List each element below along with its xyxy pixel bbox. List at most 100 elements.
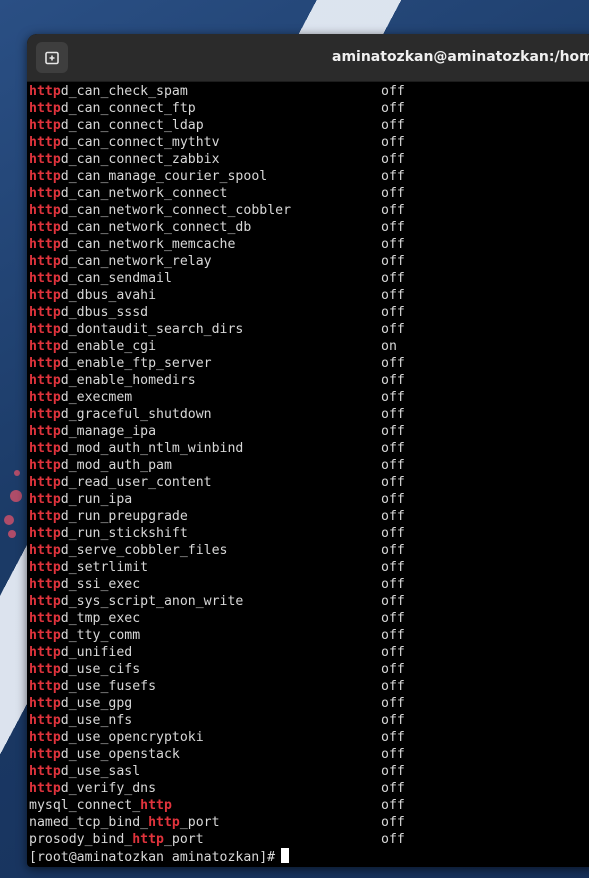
boolean-value: off (381, 407, 405, 422)
terminal-line: named_tcp_bind_http_port off (29, 814, 589, 831)
boolean-name: httpd_can_network_memcache (29, 236, 235, 253)
highlight-match: http (29, 492, 61, 507)
boolean-name: httpd_use_gpg (29, 695, 132, 712)
boolean-value: off (381, 713, 405, 728)
terminal-line: httpd_enable_homedirs off (29, 372, 589, 389)
wallpaper-dot (14, 470, 20, 476)
boolean-name: httpd_can_manage_courier_spool (29, 168, 267, 185)
name-text: mysql_connect_ (29, 798, 141, 813)
boolean-name: httpd_dontaudit_search_dirs (29, 321, 243, 338)
boolean-value: off (381, 101, 405, 116)
name-text: d_run_stickshift (60, 526, 188, 541)
terminal-line: httpd_can_network_memcache off (29, 236, 589, 253)
new-tab-button[interactable] (36, 42, 68, 73)
boolean-value: off (381, 764, 405, 779)
boolean-name: httpd_dbus_sssd (29, 304, 148, 321)
terminal-line: httpd_sys_script_anon_write off (29, 593, 589, 610)
boolean-name: httpd_use_nfs (29, 712, 132, 729)
highlight-match: http (29, 390, 61, 405)
terminal-line: prosody_bind_http_port off (29, 831, 589, 848)
boolean-name: httpd_verify_dns (29, 780, 156, 797)
boolean-name: httpd_execmem (29, 389, 132, 406)
highlight-match: http (29, 373, 61, 388)
highlight-match: http (29, 135, 61, 150)
terminal-line: httpd_use_cifs off (29, 661, 589, 678)
terminal-line: httpd_use_opencryptoki off (29, 729, 589, 746)
terminal-line: httpd_mod_auth_pam off (29, 457, 589, 474)
name-text: d_ssi_exec (60, 577, 141, 592)
highlight-match: http (29, 747, 61, 762)
name-text: d_use_openstack (60, 747, 180, 762)
terminal-line: httpd_graceful_shutdown off (29, 406, 589, 423)
highlight-match: http (29, 152, 61, 167)
boolean-value: off (381, 730, 405, 745)
name-text: d_can_connect_zabbix (60, 152, 220, 167)
highlight-match: http (132, 832, 164, 847)
boolean-value: off (381, 373, 405, 388)
terminal-line: httpd_can_connect_zabbix off (29, 151, 589, 168)
terminal-line: httpd_read_user_content off (29, 474, 589, 491)
highlight-match: http (29, 764, 61, 779)
highlight-match: http (29, 271, 61, 286)
boolean-name: httpd_use_cifs (29, 661, 140, 678)
boolean-name: httpd_graceful_shutdown (29, 406, 212, 423)
boolean-name: httpd_use_fusefs (29, 678, 156, 695)
boolean-value: off (381, 679, 405, 694)
name-text: d_can_manage_courier_spool (60, 169, 268, 184)
name-text: d_can_connect_ftp (60, 101, 196, 116)
boolean-value: on (381, 339, 397, 354)
highlight-match: http (29, 101, 61, 116)
boolean-name: httpd_enable_homedirs (29, 372, 196, 389)
highlight-match: http (29, 526, 61, 541)
highlight-match: http (29, 305, 61, 320)
highlight-match: http (29, 560, 61, 575)
name-text: d_read_user_content (60, 475, 212, 490)
boolean-value: off (381, 84, 405, 99)
name-text: d_serve_cobbler_files (60, 543, 228, 558)
name-text: d_execmem (60, 390, 133, 405)
name-text: d_use_fusefs (60, 679, 157, 694)
highlight-match: http (29, 118, 61, 133)
highlight-match: http (29, 424, 61, 439)
terminal-line: httpd_can_connect_ldap off (29, 117, 589, 134)
boolean-name: httpd_setrlimit (29, 559, 148, 576)
name-text: d_run_preupgrade (60, 509, 188, 524)
boolean-name: httpd_sys_script_anon_write (29, 593, 243, 610)
highlight-match: http (29, 475, 61, 490)
boolean-value: off (381, 118, 405, 133)
shell-prompt[interactable]: [root@aminatozkan aminatozkan]# (29, 848, 589, 865)
boolean-value: off (381, 135, 405, 150)
boolean-name: httpd_tmp_exec (29, 610, 140, 627)
boolean-name: httpd_can_connect_ldap (29, 117, 204, 134)
name-text: named_tcp_bind_ (29, 815, 149, 830)
terminal-line: httpd_can_sendmail off (29, 270, 589, 287)
highlight-match: http (29, 458, 61, 473)
terminal-output[interactable]: httpd_can_check_spam off httpd_can_connect… (29, 83, 589, 867)
boolean-value: off (381, 543, 405, 558)
highlight-match: http (29, 203, 61, 218)
terminal-line: httpd_run_stickshift off (29, 525, 589, 542)
new-tab-icon (45, 51, 59, 64)
terminal-line: httpd_enable_ftp_server off (29, 355, 589, 372)
name-text: d_use_opencryptoki (60, 730, 204, 745)
highlight-match: http (29, 594, 61, 609)
terminal-line: httpd_can_network_connect_cobbler off (29, 202, 589, 219)
boolean-value: off (381, 186, 405, 201)
name-text: d_enable_cgi (60, 339, 157, 354)
highlight-match: http (29, 407, 61, 422)
boolean-name: httpd_run_stickshift (29, 525, 188, 542)
name-text: d_run_ipa (60, 492, 133, 507)
boolean-value: off (381, 526, 405, 541)
boolean-name: httpd_can_network_relay (29, 253, 212, 270)
boolean-name: httpd_use_opencryptoki (29, 729, 204, 746)
highlight-match: http (29, 237, 61, 252)
highlight-match: http (29, 339, 61, 354)
highlight-match: http (29, 356, 61, 371)
highlight-match: http (29, 254, 61, 269)
boolean-name: prosody_bind_http_port (29, 831, 204, 848)
boolean-value: off (381, 611, 405, 626)
wallpaper-dot (4, 515, 14, 525)
boolean-name: httpd_can_sendmail (29, 270, 172, 287)
boolean-name: httpd_can_check_spam (29, 83, 188, 100)
name-text: d_dontaudit_search_dirs (60, 322, 244, 337)
